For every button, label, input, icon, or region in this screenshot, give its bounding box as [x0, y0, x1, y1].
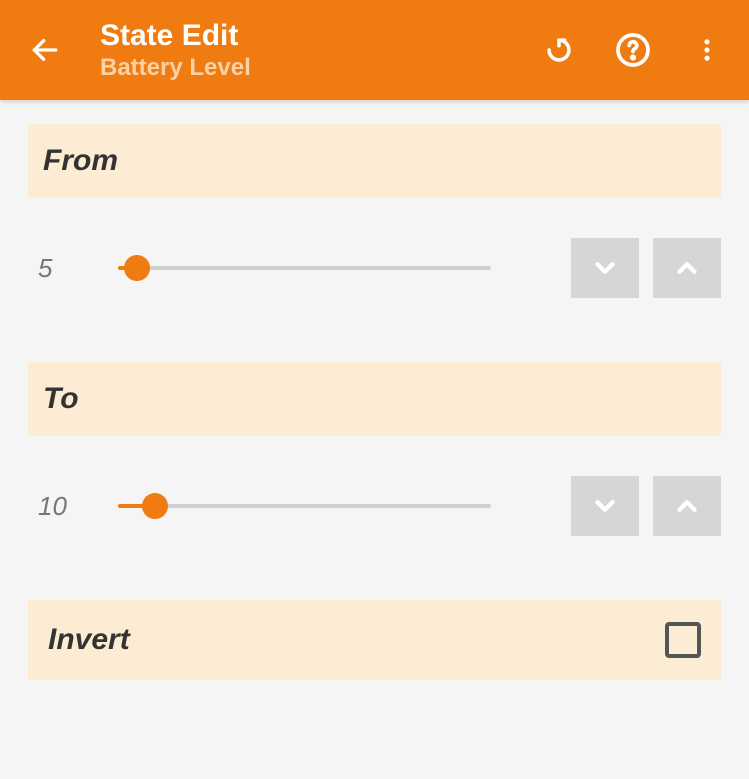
- undo-icon: [542, 33, 576, 67]
- invert-label: Invert: [48, 623, 130, 657]
- from-decrement-button[interactable]: [571, 238, 639, 298]
- to-increment-button[interactable]: [653, 476, 721, 536]
- invert-checkbox[interactable]: [665, 622, 701, 658]
- to-value: 10: [38, 491, 88, 522]
- to-slider-row: 10: [28, 436, 721, 576]
- to-section-header: To: [28, 362, 721, 436]
- from-stepper: [571, 238, 721, 298]
- slider-thumb[interactable]: [124, 255, 150, 281]
- from-label: From: [43, 144, 706, 178]
- to-stepper: [571, 476, 721, 536]
- slider-track: [118, 266, 491, 270]
- undo-button[interactable]: [537, 28, 581, 72]
- to-decrement-button[interactable]: [571, 476, 639, 536]
- more-vertical-icon: [693, 36, 721, 64]
- page-subtitle: Battery Level: [100, 54, 537, 82]
- header-actions: [537, 28, 729, 72]
- title-block: State Edit Battery Level: [100, 19, 537, 82]
- arrow-left-icon: [29, 34, 61, 66]
- chevron-down-icon: [590, 253, 620, 283]
- slider-thumb[interactable]: [142, 493, 168, 519]
- from-increment-button[interactable]: [653, 238, 721, 298]
- help-button[interactable]: [611, 28, 655, 72]
- chevron-up-icon: [672, 253, 702, 283]
- from-value: 5: [38, 253, 88, 284]
- chevron-up-icon: [672, 491, 702, 521]
- back-button[interactable]: [20, 25, 70, 75]
- from-slider-row: 5: [28, 198, 721, 338]
- chevron-down-icon: [590, 491, 620, 521]
- content-area: From 5 To 10: [0, 124, 749, 680]
- app-header: State Edit Battery Level: [0, 0, 749, 100]
- from-section-header: From: [28, 124, 721, 198]
- more-button[interactable]: [685, 28, 729, 72]
- slider-track: [118, 504, 491, 508]
- page-title: State Edit: [100, 19, 537, 52]
- to-slider[interactable]: [118, 491, 491, 521]
- from-slider[interactable]: [118, 253, 491, 283]
- invert-row[interactable]: Invert: [28, 600, 721, 680]
- to-label: To: [43, 382, 706, 416]
- help-icon: [615, 32, 651, 68]
